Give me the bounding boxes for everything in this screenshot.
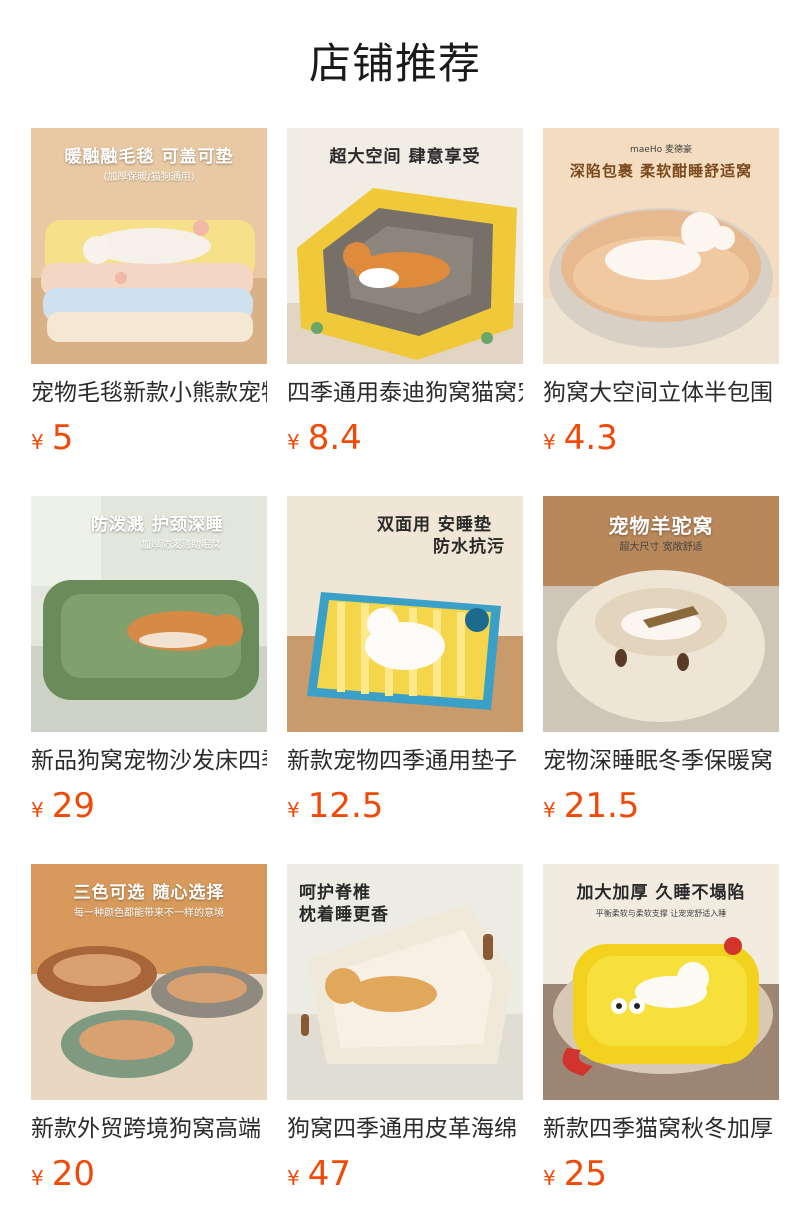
- product-price: ¥29: [31, 786, 95, 826]
- price-value: 12.5: [307, 786, 384, 826]
- image-caption-primary: 超大空间 肆意享受: [329, 147, 481, 167]
- product-name[interactable]: 新款宠物四季通用垫子: [287, 746, 523, 776]
- price-value: 25: [563, 1154, 607, 1194]
- product-image[interactable]: maeHo 麦德豪 深陷包裹 柔软酣睡舒适窝: [543, 128, 779, 364]
- image-brand-text: maeHo 麦德豪: [630, 145, 692, 155]
- product-name[interactable]: 宠物深睡眠冬季保暖窝: [543, 746, 779, 776]
- product-image[interactable]: 暖融融毛毯 可盖可垫 (加厚保暖/猫狗通用): [31, 128, 267, 364]
- product-grid: 暖融融毛毯 可盖可垫 (加厚保暖/猫狗通用) 宠物毛毯新款小熊款宠物垫 ¥5: [31, 128, 779, 1232]
- product-price: ¥20: [31, 1154, 95, 1194]
- store-recommendations-page: 店铺推荐 暖融融毛毯 可盖可垫 (加厚保暖/猫狗通用) 宠物毛毯新款小熊款宠 ¥…: [0, 0, 790, 1232]
- product-name[interactable]: 新款外贸跨境狗窝高端: [31, 1114, 267, 1144]
- currency-symbol: ¥: [287, 798, 300, 822]
- product-image[interactable]: 双面用 安睡垫 防水抗污: [287, 496, 523, 732]
- product-name[interactable]: 狗窝四季通用皮革海绵: [287, 1114, 523, 1144]
- image-caption-secondary: 每一种颜色都能带来不一样的意境: [74, 908, 224, 919]
- price-value: 29: [51, 786, 95, 826]
- currency-symbol: ¥: [31, 430, 44, 454]
- product-price: ¥47: [287, 1154, 351, 1194]
- product-card[interactable]: 呵护脊椎 枕着睡更香 狗窝四季通用皮革海绵 ¥47: [287, 864, 523, 1232]
- price-value: 21.5: [563, 786, 640, 826]
- product-image[interactable]: 宠物羊驼窝 超大尺寸 宽敞舒适: [543, 496, 779, 732]
- product-card[interactable]: 超大空间 肆意享受 四季通用泰迪狗窝猫窝宠物 ¥8.4: [287, 128, 523, 496]
- currency-symbol: ¥: [31, 798, 44, 822]
- currency-symbol: ¥: [543, 1166, 556, 1190]
- page-title: 店铺推荐: [308, 39, 481, 88]
- product-name[interactable]: 宠物毛毯新款小熊款宠物垫: [31, 378, 267, 408]
- image-caption-primary: 防泼溅 护颈深睡: [91, 515, 224, 535]
- product-price: ¥4.3: [543, 418, 618, 458]
- image-caption-secondary: 超大尺寸 宽敞舒适: [619, 542, 703, 553]
- image-caption-secondary: 枕着睡更香: [299, 905, 389, 925]
- price-value: 4.3: [563, 418, 618, 458]
- image-caption-primary: 加大加厚 久睡不塌陷: [576, 883, 746, 903]
- product-image[interactable]: 三色可选 随心选择 每一种颜色都能带来不一样的意境: [31, 864, 267, 1100]
- currency-symbol: ¥: [543, 430, 556, 454]
- image-caption-primary: 暖融融毛毯 可盖可垫: [64, 147, 234, 167]
- price-value: 8.4: [307, 418, 362, 458]
- product-image[interactable]: 防泼溅 护颈深睡 加厚防泼溅助眠窝: [31, 496, 267, 732]
- image-caption-primary: 三色可选 随心选择: [73, 883, 225, 903]
- product-card[interactable]: 宠物羊驼窝 超大尺寸 宽敞舒适 宠物深睡眠冬季保暖窝 ¥21.5: [543, 496, 779, 864]
- product-name[interactable]: 四季通用泰迪狗窝猫窝宠物: [287, 378, 523, 408]
- product-price: ¥12.5: [287, 786, 383, 826]
- product-name[interactable]: 新品狗窝宠物沙发床四季: [31, 746, 267, 776]
- product-price: ¥8.4: [287, 418, 362, 458]
- price-value: 20: [51, 1154, 95, 1194]
- product-card[interactable]: 三色可选 随心选择 每一种颜色都能带来不一样的意境 新款外贸跨境狗窝高端 ¥20: [31, 864, 267, 1232]
- price-value: 5: [51, 418, 74, 458]
- product-price: ¥5: [31, 418, 73, 458]
- price-value: 47: [307, 1154, 351, 1194]
- currency-symbol: ¥: [31, 1166, 44, 1190]
- product-name[interactable]: 新款四季猫窝秋冬加厚: [543, 1114, 779, 1144]
- product-name[interactable]: 狗窝大空间立体半包围: [543, 378, 779, 408]
- product-card[interactable]: 暖融融毛毯 可盖可垫 (加厚保暖/猫狗通用) 宠物毛毯新款小熊款宠物垫 ¥5: [31, 128, 267, 496]
- image-caption-secondary: (加厚保暖/猫狗通用): [103, 172, 195, 183]
- product-image[interactable]: 加大加厚 久睡不塌陷 平衡柔软与柔软支撑 让宠宠舒适入睡: [543, 864, 779, 1100]
- image-caption-secondary: 防水抗污: [433, 537, 505, 557]
- currency-symbol: ¥: [287, 1166, 300, 1190]
- currency-symbol: ¥: [543, 798, 556, 822]
- product-image[interactable]: 呵护脊椎 枕着睡更香: [287, 864, 523, 1100]
- image-caption-primary: 宠物羊驼窝: [608, 514, 714, 538]
- product-card[interactable]: 防泼溅 护颈深睡 加厚防泼溅助眠窝 新品狗窝宠物沙发床四季 ¥29: [31, 496, 267, 864]
- product-image[interactable]: 超大空间 肆意享受: [287, 128, 523, 364]
- currency-symbol: ¥: [287, 430, 300, 454]
- product-price: ¥21.5: [543, 786, 639, 826]
- image-caption-secondary: 加厚防泼溅助眠窝: [141, 540, 221, 551]
- image-caption-primary: 深陷包裹 柔软酣睡舒适窝: [569, 162, 753, 180]
- image-caption-secondary: 平衡柔软与柔软支撑 让宠宠舒适入睡: [595, 909, 727, 918]
- product-card[interactable]: 加大加厚 久睡不塌陷 平衡柔软与柔软支撑 让宠宠舒适入睡 新款四季猫窝秋冬加厚 …: [543, 864, 779, 1232]
- product-price: ¥25: [543, 1154, 607, 1194]
- product-card[interactable]: 双面用 安睡垫 防水抗污 新款宠物四季通用垫子 ¥12.5: [287, 496, 523, 864]
- product-card[interactable]: maeHo 麦德豪 深陷包裹 柔软酣睡舒适窝 狗窝大空间立体半包围 ¥4.3: [543, 128, 779, 496]
